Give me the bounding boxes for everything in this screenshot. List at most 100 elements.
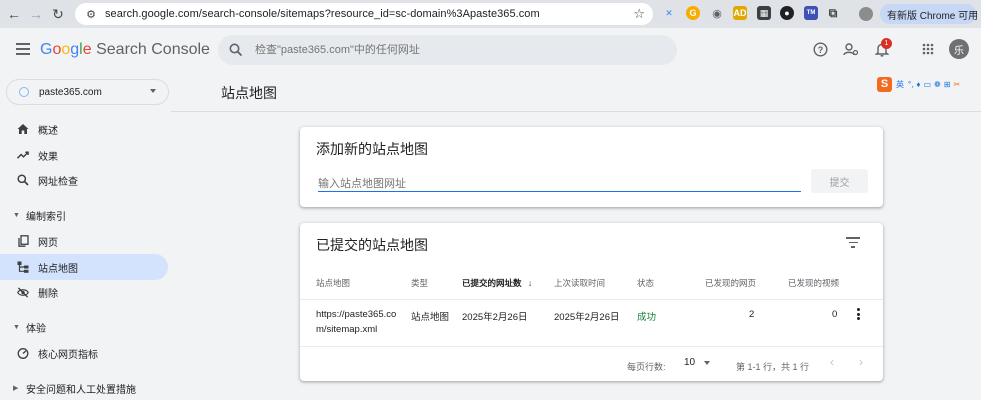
ime-mode[interactable]: 英 [896,79,904,90]
sidebar-section-experience[interactable]: ▼ 体验 [0,317,168,337]
column-header-sitemap[interactable]: 站点地图 [316,277,350,289]
submitted-sitemaps-card: 已提交的站点地图 站点地图 类型 已提交的网址数 ↓ 上次读取时间 状态 已发现… [300,223,883,381]
punctuation-icon[interactable]: °, [908,80,913,89]
bookmark-star-icon[interactable]: ☆ [633,6,645,22]
apps-grid-icon[interactable] [920,41,936,57]
sidebar-item-core-web-vitals[interactable]: 核心网页指标 [0,340,168,366]
status-badge: 成功 [637,312,657,323]
extension-badge-icon[interactable]: TM [804,6,818,20]
removals-icon [17,286,29,298]
pages-icon [17,235,29,247]
sidebar-item-pages[interactable]: 网页 [0,228,168,254]
add-sitemap-card: 添加新的站点地图 提交 [300,127,883,207]
skin-icon[interactable]: ❁ [934,80,941,89]
url-inspection-search[interactable] [218,35,677,65]
property-selector[interactable]: paste365.com [6,79,169,105]
grid-icon[interactable]: ⊞ [944,80,951,89]
update-label: 有新版 Chrome 可用 [887,10,979,22]
logo-letter: e [82,41,92,58]
collapse-triangle-icon: ▼ [13,211,20,219]
speed-gauge-icon [17,347,29,359]
filter-icon[interactable] [846,237,860,249]
sidebar-item-url-inspection[interactable]: 网址检查 [0,167,168,193]
card-title: 已提交的站点地图 [316,237,428,253]
microphone-icon[interactable]: ♦ [916,80,920,89]
logo-letter: o [61,41,71,58]
calculator-extension-icon[interactable]: ▦ [757,6,771,20]
cell-type: 站点地图 [411,312,450,323]
cell-discovered-pages: 2 [749,309,755,320]
chevron-down-icon[interactable] [704,361,710,365]
sogou-logo[interactable]: S [877,76,892,92]
manage-users-icon[interactable] [843,41,859,57]
address-bar[interactable]: ⚙ search.google.com/search-console/sitem… [75,3,653,25]
sidebar-item-sitemaps[interactable]: 站点地图 [0,254,168,280]
extension-g-icon[interactable]: G [686,6,700,20]
column-header-label: 已提交的网址数 [462,278,522,288]
next-page-icon[interactable]: › [859,355,863,369]
row-more-vert-icon[interactable] [857,308,861,320]
product-name: Search Console [96,41,210,58]
tools-icon[interactable]: ✂ [953,80,960,89]
app-header: Google Search Console ? 1 乐 [0,28,981,74]
logo-letter: G [40,41,53,58]
section-label: 体验 [26,323,46,335]
column-header-discovered-videos[interactable]: 已发现的视频 [788,277,839,289]
page-title: 站点地图 [221,85,277,101]
rows-per-page-label: 每页行数: [627,362,666,372]
chrome-update-button[interactable]: 有新版 Chrome 可用 ⋮ [880,4,979,24]
camera-extension-icon[interactable]: ◉ [710,6,724,20]
back-arrow-icon[interactable]: ← [3,3,25,25]
sitemap-icon [17,261,29,273]
column-header-status[interactable]: 状态 [637,277,654,289]
column-header-type[interactable]: 类型 [411,277,428,289]
logo-letter: g [70,41,80,58]
header-divider [171,111,981,112]
account-avatar[interactable]: 乐 [949,39,969,59]
extension-ad-icon[interactable]: AD [733,6,747,20]
search-input[interactable] [255,44,655,56]
pagination-range: 第 1-1 行，共 1 行 [736,362,810,372]
search-console-logo[interactable]: Google Search Console [40,41,210,59]
url-text: search.google.com/search-console/sitemap… [105,8,540,20]
home-icon [17,123,29,135]
browser-profile-avatar[interactable] [859,7,873,21]
extension-circle-icon[interactable]: ● [780,6,794,20]
column-header-discovered-pages[interactable]: 已发现的网页 [705,277,756,289]
site-info-icon[interactable]: ⚙ [81,8,101,21]
search-icon [17,174,29,186]
column-header-submitted[interactable]: 已提交的网址数 ↓ [462,277,532,289]
section-label: 编制索引 [26,211,66,223]
chevron-down-icon [150,89,156,93]
sitemap-url-line1[interactable]: https://paste365.co [316,309,396,320]
row-divider [300,346,883,347]
extensions-puzzle-icon[interactable]: ⧉ [826,6,840,20]
sidebar-item-performance[interactable]: 效果 [0,142,168,168]
reload-icon[interactable]: ↻ [47,3,69,25]
menu-icon[interactable] [16,43,30,55]
sidebar-item-label: 删除 [38,288,58,300]
expand-triangle-icon: ▶ [13,385,19,392]
forward-arrow-icon[interactable]: → [25,3,47,25]
rows-per-page-select[interactable]: 10 [684,357,695,368]
cell-discovered-videos: 0 [832,309,838,320]
sidebar-item-removals[interactable]: 删除 [0,279,168,305]
keyboard-icon[interactable]: ▭ [924,80,932,89]
sitemap-url-input[interactable] [318,176,801,192]
sidebar-section-security[interactable]: ▶ 安全问题和人工处置措施 [0,378,168,398]
sidebar-item-label: 站点地图 [38,263,78,275]
sidebar-item-overview[interactable]: 概述 [0,116,168,142]
ime-toolbar: S 英 °, ♦ ▭ ❁ ⊞ ✂ [877,76,981,92]
notification-count-badge: 1 [881,38,892,49]
column-header-last-read[interactable]: 上次读取时间 [554,277,605,289]
sidebar-item-label: 效果 [38,151,58,163]
translate-extension-icon[interactable]: ✕ [662,6,676,20]
submit-button[interactable]: 提交 [811,169,868,193]
sidebar-section-indexing[interactable]: ▼ 编制索引 [0,205,168,225]
sitemap-url-line2[interactable]: m/sitemap.xml [316,324,377,335]
help-icon[interactable]: ? [812,41,828,57]
sidebar-item-label: 网页 [38,237,58,249]
previous-page-icon[interactable]: ‹ [830,355,834,369]
sidebar-item-label: 核心网页指标 [38,349,98,361]
sidebar-item-label: 网址检查 [38,176,78,188]
